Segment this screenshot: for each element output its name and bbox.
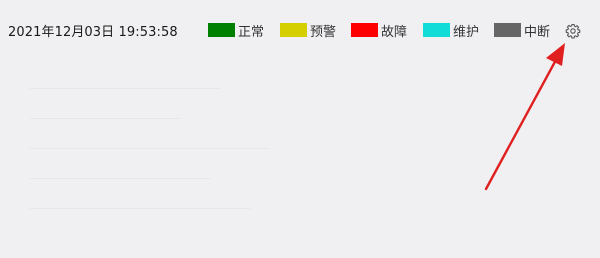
- ghost-line: [30, 88, 220, 89]
- legend-swatch-normal: [208, 23, 235, 37]
- legend-item-interrupted: 中断: [494, 22, 551, 40]
- legend-item-warning: 预警: [280, 22, 337, 40]
- legend-label-normal: 正常: [238, 24, 265, 40]
- legend-item-normal: 正常: [208, 22, 265, 40]
- datetime-display: 2021年12月03日 19:53:58: [8, 25, 178, 40]
- legend-swatch-maintenance: [423, 23, 450, 37]
- legend-label-fault: 故障: [381, 24, 408, 40]
- status-bar: 2021年12月03日 19:53:58 正常 预警 故障 维护 中断: [0, 0, 600, 60]
- legend-swatch-fault: [351, 23, 378, 37]
- ghost-line: [30, 148, 270, 149]
- legend-item-fault: 故障: [351, 22, 408, 40]
- legend-label-interrupted: 中断: [524, 24, 551, 40]
- ghost-line: [30, 178, 210, 179]
- legend-label-maintenance: 维护: [453, 24, 480, 40]
- app-window: 2021年12月03日 19:53:58 正常 预警 故障 维护 中断: [0, 0, 600, 258]
- ghost-line: [30, 118, 180, 119]
- legend-swatch-warning: [280, 23, 307, 37]
- gear-icon[interactable]: [565, 23, 581, 39]
- ghost-line: [30, 208, 250, 209]
- legend-label-warning: 预警: [310, 24, 337, 40]
- legend-swatch-interrupted: [494, 23, 521, 37]
- legend-item-maintenance: 维护: [423, 22, 480, 40]
